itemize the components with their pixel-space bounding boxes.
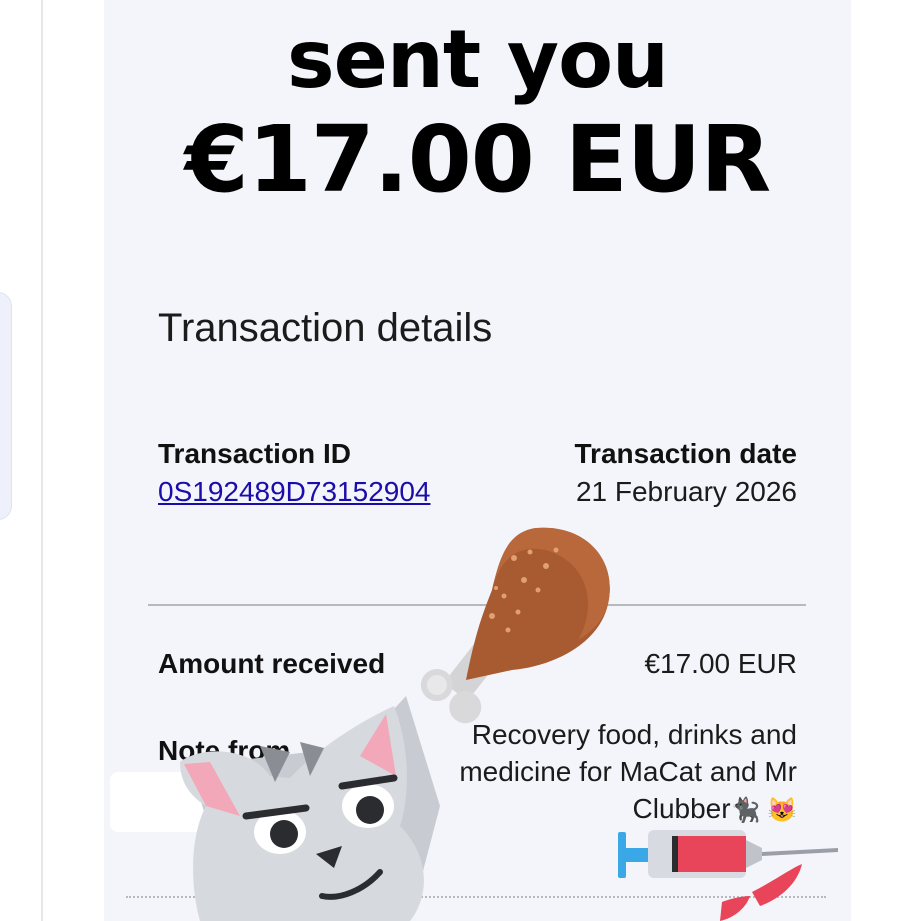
note-from-label: Note from (158, 735, 291, 766)
amount-received-label: Amount received (158, 648, 386, 679)
section-title: Transaction details (158, 306, 493, 350)
left-divider-line (41, 0, 43, 921)
headline-amount: €17.00 EUR (184, 106, 771, 213)
dotted-divider (126, 896, 826, 898)
note-emojis: 🐈‍⬛ 😻 (730, 797, 797, 824)
transaction-id-label: Transaction ID (158, 438, 351, 469)
note-text: Recovery food, drinks and medicine for M… (417, 716, 797, 829)
transaction-date-label: Transaction date (574, 438, 797, 469)
email-body: sent you €17.00 EUR Transaction details … (104, 0, 851, 921)
transaction-id-link[interactable]: 0S192489D73152904 (158, 476, 430, 508)
left-side-card (0, 292, 12, 520)
transaction-date-value: 21 February 2026 (575, 476, 797, 507)
section-divider (148, 604, 806, 606)
amount-received-value: €17.00 EUR (644, 648, 797, 679)
headline-sent-you: sent you (287, 13, 669, 106)
